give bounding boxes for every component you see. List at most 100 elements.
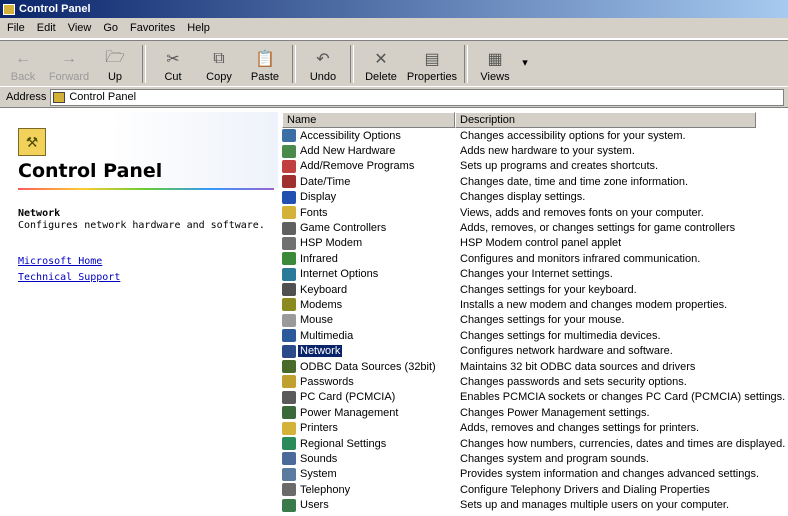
modem-tool-icon: [282, 236, 296, 250]
menu-favorites[interactable]: Favorites: [125, 22, 180, 34]
list-item[interactable]: PC Card (PCMCIA) Enables PCMCIA sockets o…: [282, 390, 785, 405]
list-item-description: Provides system information and changes …: [460, 468, 759, 481]
list-item[interactable]: Sounds Changes system and program sounds.: [282, 451, 785, 466]
list-item[interactable]: Display Changes display settings.: [282, 190, 785, 205]
list-item-label: PC Card (PCMCIA): [300, 391, 396, 404]
list-item-label: Game Controllers: [300, 222, 387, 235]
list-item[interactable]: HSP Modem HSP Modem control panel applet: [282, 236, 785, 251]
list-item[interactable]: Modems Installs a new modem and changes m…: [282, 297, 785, 312]
list-item-description: Configures and monitors infrared communi…: [460, 252, 701, 265]
list-item[interactable]: Network Configures network hardware and s…: [282, 343, 785, 358]
list-item-label: ODBC Data Sources (32bit): [300, 360, 436, 373]
list-item-label: Regional Settings: [300, 437, 387, 450]
list-item[interactable]: Power Management Changes Power Management…: [282, 405, 785, 420]
undo-button[interactable]: ↶ Undo: [300, 41, 346, 87]
list-item[interactable]: Mouse Changes settings for your mouse.: [282, 313, 785, 328]
paste-button[interactable]: 📋 Paste: [242, 41, 288, 87]
toolbar: ← Back → Forward 🗁 Up ✂ Cut ⧉ Copy 📋 Pas…: [0, 40, 788, 87]
copy-icon: ⧉: [213, 50, 225, 67]
database-icon: [282, 360, 296, 374]
list-item[interactable]: Internet Options Changes your Internet se…: [282, 267, 785, 282]
properties-button[interactable]: ▤ Properties: [404, 41, 460, 87]
list-item-name: Modems: [282, 298, 458, 312]
list-item[interactable]: Multimedia Changes settings for multimedi…: [282, 328, 785, 343]
link-technical-support[interactable]: Technical Support: [18, 272, 120, 283]
cut-button[interactable]: ✂ Cut: [150, 41, 196, 87]
list-item-label: Users: [300, 499, 329, 512]
mouse-icon: [282, 313, 296, 327]
modem-icon: [282, 298, 296, 312]
list-rows: Accessibility Options Changes accessibili…: [282, 128, 785, 513]
chevron-down-icon: ▾: [522, 57, 528, 69]
list-item-description: Sets up programs and creates shortcuts.: [460, 160, 659, 173]
undo-icon: ↶: [316, 51, 330, 68]
views-dropdown[interactable]: ▾: [518, 41, 532, 87]
address-value: Control Panel: [69, 91, 137, 103]
selected-item-description: Configures network hardware and software…: [18, 220, 265, 231]
list-item[interactable]: Date/Time Changes date, time and time zon…: [282, 174, 785, 189]
list-item-label: Infrared: [300, 252, 338, 265]
list-item-description: Sets up and manages multiple users on yo…: [460, 499, 730, 512]
list-item-name: Add New Hardware: [282, 144, 458, 158]
list-item[interactable]: Accessibility Options Changes accessibili…: [282, 128, 785, 143]
scissors-icon: ✂: [166, 51, 180, 68]
telephone-icon: [282, 483, 296, 497]
link-microsoft-home[interactable]: Microsoft Home: [18, 256, 102, 267]
list-item[interactable]: Add New Hardware Adds new hardware to you…: [282, 143, 785, 158]
list-item-name: Date/Time: [282, 175, 458, 189]
list-item-name: Printers: [282, 421, 458, 435]
list-item-description: Views, adds and removes fonts on your co…: [460, 206, 704, 219]
list-item[interactable]: Add/Remove Programs Sets up programs and …: [282, 159, 785, 174]
list-item-name: HSP Modem: [282, 236, 458, 250]
menu-file[interactable]: File: [2, 22, 30, 34]
copy-button[interactable]: ⧉ Copy: [196, 41, 242, 87]
list-item[interactable]: Passwords Changes passwords and sets secu…: [282, 374, 785, 389]
control-panel-large-icon: ⚒: [18, 128, 46, 156]
fonts-icon: [282, 206, 296, 220]
views-label: Views: [480, 71, 510, 83]
list-item[interactable]: Game Controllers Adds, removes, or change…: [282, 220, 785, 235]
list-item[interactable]: Printers Adds, removes and changes settin…: [282, 420, 785, 435]
list-item-description: Configure Telephony Drivers and Dialing …: [460, 483, 710, 496]
back-button[interactable]: ← Back: [0, 41, 46, 87]
list-header: Name Description: [282, 112, 756, 128]
menu-edit[interactable]: Edit: [32, 22, 61, 34]
joystick-icon: [282, 221, 296, 235]
column-header-name[interactable]: Name: [282, 112, 455, 128]
menu-help[interactable]: Help: [182, 22, 215, 34]
list-item-name: Sounds: [282, 452, 458, 466]
list-item-label: Keyboard: [300, 283, 348, 296]
list-item-description: Changes passwords and sets security opti…: [460, 375, 687, 388]
list-item-description: Changes system and program sounds.: [460, 452, 649, 465]
list-item-description: Enables PCMCIA sockets or changes PC Car…: [460, 391, 786, 404]
column-header-description[interactable]: Description: [455, 112, 756, 128]
toolbar-separator: [350, 45, 354, 83]
list-item[interactable]: Telephony Configure Telephony Drivers and…: [282, 482, 785, 497]
address-field[interactable]: Control Panel: [50, 88, 784, 106]
list-item[interactable]: System Provides system information and ch…: [282, 467, 785, 482]
list-item-name: Passwords: [282, 375, 458, 389]
list-item-label: Power Management: [300, 406, 399, 419]
forward-button[interactable]: → Forward: [46, 41, 92, 87]
menu-bar: File Edit View Go Favorites Help: [0, 18, 788, 39]
list-item-name: Add/Remove Programs: [282, 159, 458, 173]
menu-go[interactable]: Go: [98, 22, 123, 34]
views-button[interactable]: ▦ Views: [472, 41, 518, 87]
list-item-name: ODBC Data Sources (32bit): [282, 360, 458, 374]
menu-view[interactable]: View: [63, 22, 97, 34]
list-item[interactable]: Regional Settings Changes how numbers, cu…: [282, 436, 785, 451]
control-panel-list: Name Description Accessibility Options Ch…: [282, 112, 788, 516]
list-item[interactable]: Fonts Views, adds and removes fonts on yo…: [282, 205, 785, 220]
list-item[interactable]: ODBC Data Sources (32bit) Maintains 32 bi…: [282, 359, 785, 374]
accessibility-icon: [282, 129, 296, 143]
list-item[interactable]: Keyboard Changes settings for your keyboa…: [282, 282, 785, 297]
list-item-name: Telephony: [282, 483, 458, 497]
delete-button[interactable]: ✕ Delete: [358, 41, 404, 87]
forward-arrow-icon: →: [61, 50, 77, 67]
up-button[interactable]: 🗁 Up: [92, 41, 138, 87]
list-item[interactable]: Users Sets up and manages multiple users …: [282, 497, 785, 512]
list-item-description: Changes date, time and time zone informa…: [460, 175, 689, 188]
list-item-label: System: [300, 468, 337, 481]
list-item[interactable]: Infrared Configures and monitors infrared…: [282, 251, 785, 266]
title-divider: [18, 188, 274, 190]
